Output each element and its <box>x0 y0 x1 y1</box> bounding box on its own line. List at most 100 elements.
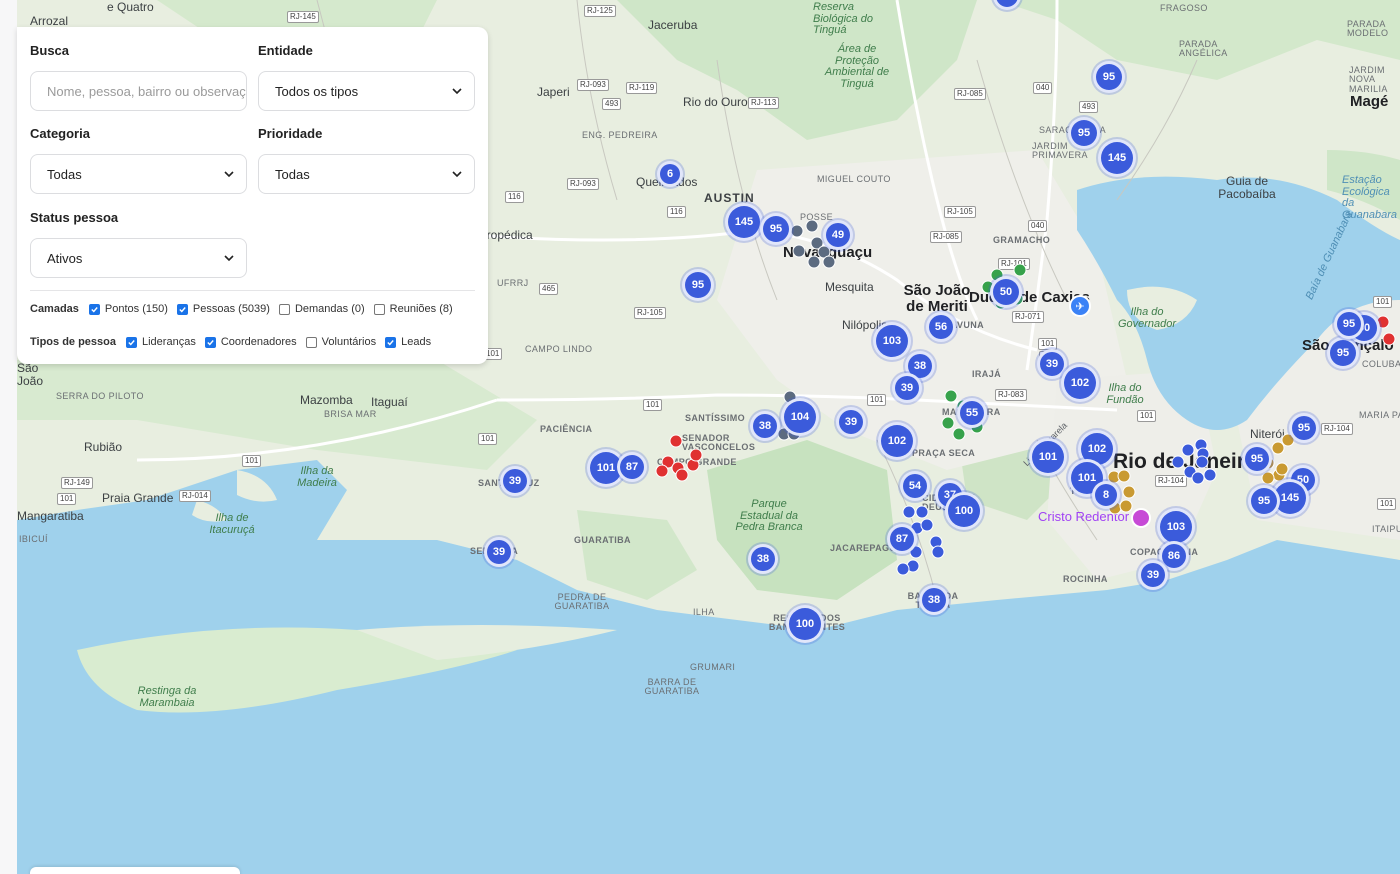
road-shield: RJ-071 <box>1012 311 1044 323</box>
map-cluster[interactable]: 95 <box>1093 61 1125 93</box>
map-cluster[interactable]: 54 <box>900 471 930 501</box>
person-marker-coordenadores[interactable] <box>792 244 806 258</box>
checkbox-checked-icon <box>385 336 397 348</box>
person-marker-coordenadores[interactable] <box>807 255 821 269</box>
map-label-parada-angelica: PARADA ANGÉLICA <box>1179 39 1228 59</box>
map-cluster[interactable]: 102 <box>1061 364 1099 402</box>
person-marker-pontos[interactable] <box>1203 468 1217 482</box>
map-label-ibicui: IBICUÍ <box>19 534 48 544</box>
entidade-select[interactable]: Todos os tipos <box>258 71 475 111</box>
map-cluster[interactable]: 39 <box>500 466 530 496</box>
road-shield: 493 <box>1079 101 1099 113</box>
person-marker-pontos[interactable] <box>1195 455 1209 469</box>
person-marker-pontos[interactable] <box>1171 455 1185 469</box>
map-cluster[interactable]: 39 <box>892 373 922 403</box>
map-cluster[interactable]: 145 <box>725 203 763 241</box>
map-cluster[interactable]: 55 <box>957 398 987 428</box>
person-marker-pontos[interactable] <box>931 545 945 559</box>
road-shield: RJ-083 <box>995 389 1027 401</box>
categoria-select-value: Todas <box>47 166 82 182</box>
busca-input[interactable]: Nome, pessoa, bairro ou observação <box>30 71 247 111</box>
map-cluster[interactable]: 95 <box>1334 309 1364 339</box>
map-cluster[interactable]: 49 <box>823 220 853 250</box>
person-marker-liderancas[interactable] <box>689 448 703 462</box>
checkbox-reunioes[interactable]: Reuniões (8) <box>373 303 453 315</box>
checkbox-liderancas[interactable]: Lideranças <box>126 336 196 348</box>
map-cluster[interactable]: 38 <box>748 544 778 574</box>
map-cluster[interactable]: 38 <box>750 411 780 441</box>
checkbox-pessoas[interactable]: Pessoas (5039) <box>176 303 270 315</box>
map-cluster[interactable]: 103 <box>873 322 911 360</box>
map-cluster[interactable]: 8 <box>1092 481 1120 509</box>
map-cluster[interactable]: 95 <box>1289 413 1319 443</box>
busca-label: Busca <box>30 43 70 58</box>
checkbox-checked-icon <box>176 303 188 315</box>
checkbox-coordenadores[interactable]: Coordenadores <box>204 336 297 348</box>
person-marker-voluntarios[interactable] <box>944 389 958 403</box>
map-cluster[interactable]: 56 <box>926 312 956 342</box>
map-cluster[interactable]: 95 <box>1242 444 1272 474</box>
map-cluster[interactable]: 95 <box>682 269 714 301</box>
map-cluster[interactable]: 95 <box>1327 337 1359 369</box>
person-marker-liderancas[interactable] <box>1382 332 1396 346</box>
map-cluster[interactable]: 95 <box>760 213 792 245</box>
person-marker-liderancas[interactable] <box>655 464 669 478</box>
person-marker-voluntarios[interactable] <box>952 427 966 441</box>
map-label-eng-pedreira: ENG. PEDREIRA <box>582 130 658 140</box>
map-cluster[interactable]: 95 <box>1068 117 1100 149</box>
person-marker-pontos[interactable] <box>915 505 929 519</box>
road-shield: RJ-104 <box>1321 423 1353 435</box>
checkbox-label: Lideranças <box>142 336 196 348</box>
checkbox-unchecked-icon <box>373 303 385 315</box>
person-marker-coordenadores[interactable] <box>822 255 836 269</box>
person-marker-coordenadores[interactable] <box>790 224 804 238</box>
map-cluster[interactable]: 39 <box>484 537 514 567</box>
road-shield: RJ-014 <box>179 490 211 502</box>
checkbox-voluntarios[interactable]: Voluntários <box>305 336 376 348</box>
map-cluster[interactable]: 101 <box>1029 438 1067 476</box>
map-cluster[interactable]: 6 <box>657 161 683 187</box>
person-marker-leads[interactable] <box>1275 462 1289 476</box>
checkbox-checked-icon <box>88 303 100 315</box>
checkbox-leads[interactable]: Leads <box>385 336 431 348</box>
map-cluster[interactable]: 102 <box>878 422 916 460</box>
person-marker-pontos[interactable] <box>896 562 910 576</box>
map-cluster[interactable]: 39 <box>836 407 866 437</box>
person-marker-voluntarios[interactable] <box>941 416 955 430</box>
person-marker-leads[interactable] <box>1119 499 1133 513</box>
prioridade-select[interactable]: Todas <box>258 154 475 194</box>
map-cluster[interactable]: 39 <box>1138 560 1168 590</box>
camadas-label: Camadas <box>30 303 79 315</box>
person-marker-leads[interactable] <box>1122 485 1136 499</box>
road-shield: 101 <box>643 399 663 411</box>
person-marker-leads[interactable] <box>1261 471 1275 485</box>
map-cluster[interactable]: 145 <box>1098 139 1136 177</box>
camera-poi-icon[interactable] <box>1131 508 1151 528</box>
person-marker-pontos[interactable] <box>1191 471 1205 485</box>
map-cluster[interactable]: 38 <box>919 585 949 615</box>
checkbox-pontos[interactable]: Pontos (150) <box>88 303 168 315</box>
person-marker-liderancas[interactable] <box>669 434 683 448</box>
person-marker-pontos[interactable] <box>902 505 916 519</box>
person-marker-pontos[interactable] <box>1181 443 1195 457</box>
map-cluster[interactable]: 87 <box>617 452 647 482</box>
person-marker-coordenadores[interactable] <box>805 219 819 233</box>
checkbox-demandas[interactable]: Demandas (0) <box>278 303 365 315</box>
map-cluster[interactable]: 104 <box>781 398 819 436</box>
person-marker-leads[interactable] <box>1117 469 1131 483</box>
map-label-campo-lindo: CAMPO LINDO <box>525 344 593 354</box>
map-cluster[interactable]: 87 <box>887 524 917 554</box>
airport-icon[interactable]: ✈ <box>1069 295 1091 317</box>
person-marker-liderancas[interactable] <box>675 468 689 482</box>
map-label-ilha: ILHA <box>693 607 715 617</box>
status-pessoa-select[interactable]: Ativos <box>30 238 247 278</box>
person-marker-pontos[interactable] <box>920 518 934 532</box>
road-shield: 040 <box>1033 82 1053 94</box>
map-cluster[interactable]: 100 <box>786 605 824 643</box>
map-cluster[interactable]: 100 <box>945 492 983 530</box>
categoria-select[interactable]: Todas <box>30 154 247 194</box>
person-marker-voluntarios[interactable] <box>1013 263 1027 277</box>
road-shield: RJ-104 <box>1155 475 1187 487</box>
map-cluster[interactable]: 50 <box>990 276 1022 308</box>
map-cluster[interactable]: 95 <box>1248 485 1280 517</box>
